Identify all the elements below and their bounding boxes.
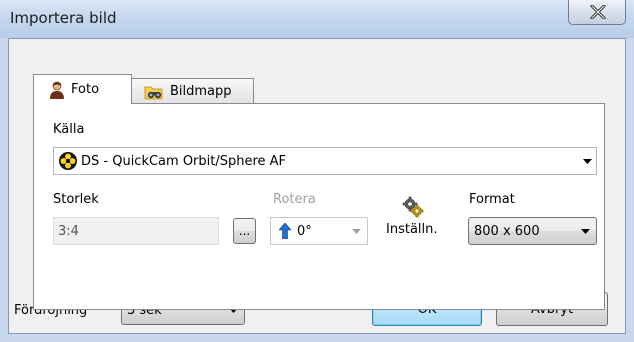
source-value: DS - QuickCam Orbit/Sphere AF	[81, 153, 287, 169]
folder-binoculars-icon	[144, 84, 164, 100]
settings-label: Inställn.	[386, 222, 438, 237]
size-label: Storlek	[53, 192, 99, 207]
tab-foto[interactable]: Foto	[33, 74, 132, 104]
arrow-up-icon	[279, 223, 291, 239]
size-value: 3:4	[58, 223, 79, 239]
chevron-down-icon	[345, 228, 367, 234]
tab-foto-label: Foto	[71, 82, 100, 97]
person-icon	[49, 81, 65, 99]
rotate-select[interactable]: 0°	[270, 217, 368, 245]
foto-tab-panel: Källa DS - QuickCam Orbit/Sphere AF Stor…	[33, 103, 605, 310]
format-select[interactable]: 800 x 600	[468, 217, 597, 245]
tab-bildmapp[interactable]: Bildmapp	[131, 78, 254, 104]
window-title: Importera bild	[10, 9, 117, 27]
settings-button[interactable]: Inställn.	[386, 196, 442, 244]
source-select[interactable]: DS - QuickCam Orbit/Sphere AF	[53, 147, 597, 175]
camera-source-icon	[58, 151, 78, 171]
size-browse-button[interactable]: ...	[233, 218, 256, 244]
close-button[interactable]	[568, 0, 626, 25]
title-bar: Importera bild	[0, 0, 634, 38]
rotate-value: 0°	[297, 223, 312, 239]
dialog-body: Foto Bildmapp Källa DS - QuickCam Orbit/…	[8, 38, 626, 334]
gears-icon	[402, 196, 424, 222]
chevron-down-icon	[574, 228, 596, 234]
size-browse-label: ...	[238, 224, 251, 238]
size-field: 3:4	[53, 217, 219, 245]
chevron-down-icon	[578, 158, 596, 164]
format-value: 800 x 600	[474, 223, 540, 239]
source-label: Källa	[53, 122, 85, 137]
format-label: Format	[469, 192, 515, 207]
close-icon	[590, 5, 606, 19]
tab-bildmapp-label: Bildmapp	[170, 84, 232, 99]
rotate-label: Rotera	[273, 192, 316, 207]
